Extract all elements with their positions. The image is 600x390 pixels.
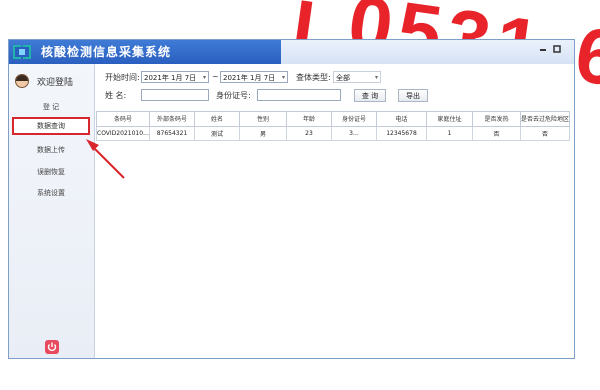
- window-title: 核酸检测信息采集系统: [41, 45, 172, 59]
- sidebar: 欢迎登陆 登 记 数据查询 数据上传 误删恢复 系统设置: [9, 64, 95, 358]
- welcome-block: 欢迎登陆: [15, 72, 73, 90]
- export-button[interactable]: 导出: [398, 89, 428, 102]
- minimize-icon[interactable]: [538, 44, 548, 54]
- id-number-input[interactable]: [257, 89, 341, 101]
- power-button[interactable]: [45, 340, 59, 354]
- sidebar-item-data-upload[interactable]: 数据上传: [12, 141, 90, 159]
- table-cell: 男: [239, 126, 287, 141]
- table-header-row: 条码号 外部条码号 姓名 性别 年龄 身份证号 电话 家庭住址 是否发热 是否去…: [96, 111, 570, 127]
- sidebar-item-recovery[interactable]: 误删恢复: [12, 163, 90, 181]
- results-table: 条码号 外部条码号 姓名 性别 年龄 身份证号 电话 家庭住址 是否发热 是否去…: [96, 111, 570, 141]
- app-logo-icon: [13, 45, 31, 59]
- column-header[interactable]: 姓名: [194, 111, 240, 127]
- end-date-picker[interactable]: 2021年 1月 7日 ▾: [220, 71, 288, 83]
- column-header[interactable]: 是否发热: [472, 111, 521, 127]
- title-bar: 核酸检测信息采集系统: [9, 40, 574, 64]
- column-header[interactable]: 外部条码号: [149, 111, 195, 127]
- exam-type-select[interactable]: 全部 ▾: [333, 71, 381, 83]
- title-bar-light-area: [281, 40, 574, 64]
- chevron-down-icon: ▾: [374, 74, 378, 81]
- name-label: 姓 名:: [105, 91, 127, 100]
- sidebar-item-data-query[interactable]: 数据查询: [12, 117, 90, 135]
- name-input[interactable]: [141, 89, 209, 101]
- table-cell: 否: [472, 126, 521, 141]
- column-header[interactable]: 家庭住址: [426, 111, 473, 127]
- table-row[interactable]: COVID2021010… 87654321 测试 男 23 3… 123456…: [96, 126, 570, 141]
- start-time-label: 开始时间:: [105, 73, 140, 82]
- sidebar-item-settings[interactable]: 系统设置: [12, 184, 90, 202]
- column-header[interactable]: 身份证号: [331, 111, 377, 127]
- table-cell: 87654321: [149, 126, 195, 141]
- id-number-label: 身份证号:: [216, 91, 251, 100]
- chevron-down-icon: ▾: [281, 74, 285, 81]
- start-date-value: 2021年 1月 7日: [144, 74, 197, 82]
- table-cell: 23: [286, 126, 332, 141]
- column-header[interactable]: 条码号: [96, 111, 150, 127]
- exam-type-label: 查体类型:: [296, 73, 331, 82]
- app-window: 核酸检测信息采集系统 欢迎登陆 登 记 数据查询 数据上传 误删恢复 系统设置 …: [8, 39, 575, 359]
- table-cell: 3…: [331, 126, 377, 141]
- column-header[interactable]: 年龄: [286, 111, 332, 127]
- column-header[interactable]: 电话: [376, 111, 427, 127]
- table-cell: 测试: [194, 126, 240, 141]
- avatar: [15, 74, 29, 88]
- exam-type-value: 全部: [336, 74, 350, 82]
- power-icon: [47, 342, 57, 352]
- table-cell: 否: [520, 126, 570, 141]
- start-date-picker[interactable]: 2021年 1月 7日 ▾: [141, 71, 209, 83]
- welcome-label: 欢迎登陆: [37, 77, 74, 88]
- query-button[interactable]: 查 询: [354, 89, 386, 102]
- end-date-value: 2021年 1月 7日: [223, 74, 276, 82]
- column-header[interactable]: 是否去过危险地区: [520, 111, 570, 127]
- maximize-icon[interactable]: [552, 44, 562, 54]
- chevron-down-icon: ▾: [202, 74, 206, 81]
- main-panel: 开始时间: 2021年 1月 7日 ▾ ~ 2021年 1月 7日 ▾ 查体类型: …: [95, 64, 574, 358]
- range-separator: ~: [212, 72, 219, 81]
- table-cell: COVID2021010…: [96, 126, 150, 141]
- sidebar-item-register[interactable]: 登 记: [12, 98, 90, 116]
- table-cell: 12345678: [376, 126, 427, 141]
- table-cell: 1: [426, 126, 473, 141]
- column-header[interactable]: 性别: [239, 111, 287, 127]
